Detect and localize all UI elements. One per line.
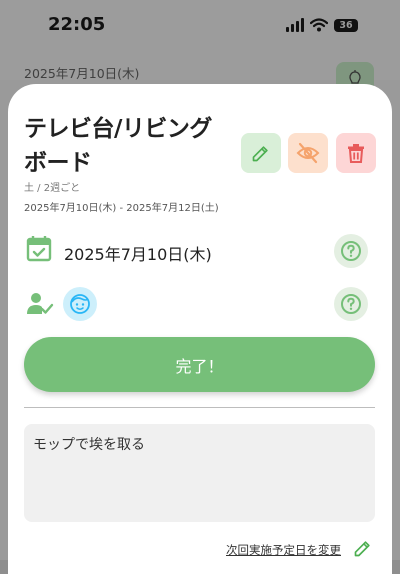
task-date-range: 2025年7月10日(木) - 2025年7月12日(土) — [24, 203, 219, 214]
status-time: 22:05 — [48, 14, 106, 35]
status-icons: 36 — [286, 15, 358, 35]
pencil-icon[interactable] — [353, 538, 373, 562]
background-date: 2025年7月10日(木) — [24, 66, 140, 81]
signal-icon — [286, 18, 304, 32]
task-detail-sheet: テレビ台/リビングボード 土 / 2週ごと 2025年7月10日(木) - 20… — [8, 84, 392, 574]
assignee-help-button[interactable] — [334, 287, 368, 321]
edit-button[interactable] — [241, 133, 281, 173]
task-title: テレビ台/リビングボード — [24, 116, 212, 176]
complete-button[interactable]: 完了！ — [24, 337, 375, 392]
date-help-button[interactable] — [334, 234, 368, 268]
calendar-check-icon — [26, 235, 52, 267]
wifi-icon — [310, 18, 328, 32]
person-check-icon — [26, 292, 54, 320]
delete-button[interactable] — [336, 133, 376, 173]
memo-field[interactable]: モップで埃を取る — [24, 424, 375, 522]
task-frequency: 土 / 2週ごと — [24, 183, 81, 194]
assignee-avatar[interactable] — [63, 287, 97, 321]
trash-icon — [348, 144, 364, 163]
memo-text: モップで埃を取る — [33, 437, 145, 453]
face-icon — [70, 294, 90, 314]
scheduled-date[interactable]: 2025年7月10日(木) — [64, 241, 212, 265]
divider — [24, 407, 375, 408]
pencil-icon — [252, 146, 268, 162]
battery-icon: 36 — [334, 18, 358, 32]
change-next-date-link[interactable]: 次回実施予定日を変更 — [226, 542, 341, 558]
eye-off-icon — [296, 142, 320, 164]
hide-button[interactable] — [288, 133, 328, 173]
help-circle-icon — [341, 241, 361, 261]
help-circle-icon — [341, 294, 361, 314]
